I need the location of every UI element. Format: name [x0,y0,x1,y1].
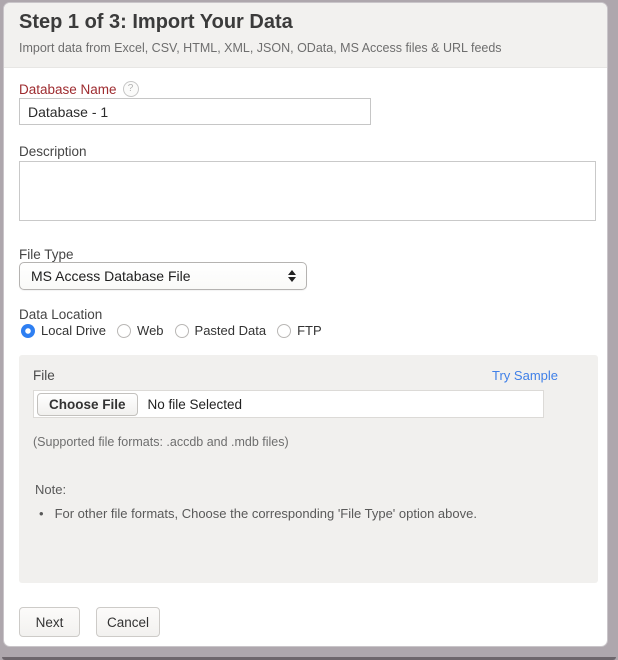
database-name-input[interactable] [19,98,371,125]
file-status-text: No file Selected [148,397,243,412]
radio-web-icon[interactable] [117,324,131,338]
bullet-icon: • [39,506,44,521]
radio-local-drive-icon[interactable] [21,324,35,338]
try-sample-link[interactable]: Try Sample [492,368,558,383]
database-name-label: Database Name [19,82,117,97]
file-label: File [33,368,55,383]
radio-pasted-data-icon[interactable] [175,324,189,338]
next-button[interactable]: Next [19,607,80,637]
supported-formats-text: (Supported file formats: .accdb and .mdb… [33,435,289,449]
file-upload-panel: File Try Sample Choose File No file Sele… [19,355,598,583]
page-subtitle: Import data from Excel, CSV, HTML, XML, … [19,41,502,55]
description-textarea[interactable] [19,161,596,221]
note-label: Note: [35,482,66,497]
radio-pasted-data-label[interactable]: Pasted Data [195,323,267,338]
data-location-radio-group: Local Drive Web Pasted Data FTP [21,323,322,338]
dialog-header: Step 1 of 3: Import Your Data Import dat… [4,3,607,68]
radio-web-label[interactable]: Web [137,323,164,338]
cancel-button[interactable]: Cancel [96,607,160,637]
description-label: Description [19,144,87,159]
data-location-label: Data Location [19,307,102,322]
help-icon[interactable]: ? [123,81,139,97]
import-dialog: Step 1 of 3: Import Your Data Import dat… [3,2,608,647]
database-name-label-row: Database Name ? [19,81,139,97]
radio-option-local-drive[interactable]: Local Drive [21,323,106,338]
radio-ftp-label[interactable]: FTP [297,323,322,338]
choose-file-button[interactable]: Choose File [37,393,138,416]
file-type-select[interactable]: MS Access Database File [19,262,307,290]
page-title: Step 1 of 3: Import Your Data [19,11,293,34]
note-list-item: • For other file formats, Choose the cor… [39,506,569,521]
radio-option-pasted-data[interactable]: Pasted Data [175,323,267,338]
radio-option-web[interactable]: Web [117,323,164,338]
select-arrows-icon [288,270,296,282]
radio-ftp-icon[interactable] [277,324,291,338]
note-item-text: For other file formats, Choose the corre… [55,506,477,521]
radio-local-drive-label[interactable]: Local Drive [41,323,106,338]
file-type-label: File Type [19,247,74,262]
file-input[interactable]: Choose File No file Selected [33,390,544,418]
file-type-selected-value: MS Access Database File [31,268,191,284]
radio-option-ftp[interactable]: FTP [277,323,322,338]
